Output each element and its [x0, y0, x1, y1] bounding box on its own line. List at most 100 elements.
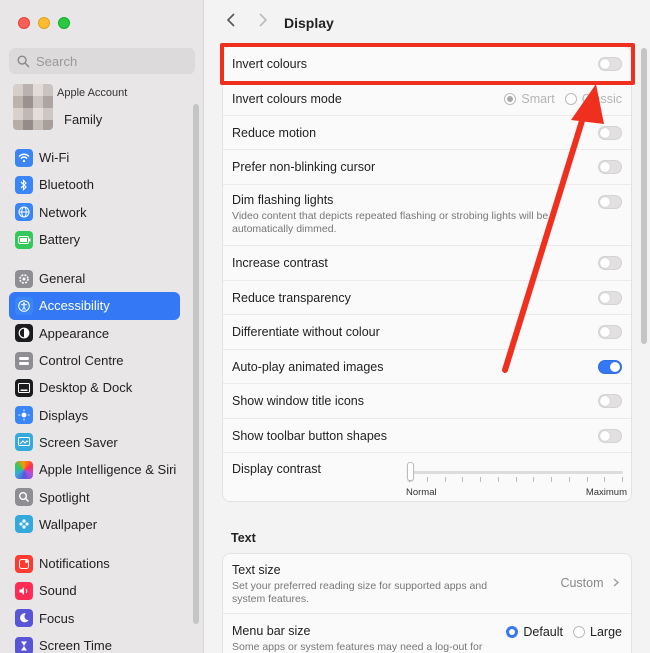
displays-icon [15, 406, 33, 425]
menu-large-radio[interactable]: Large [573, 625, 622, 639]
search-field[interactable] [9, 48, 195, 74]
slider-min-label: Normal [406, 487, 437, 498]
increase-contrast-toggle[interactable] [598, 256, 622, 270]
toolbar-shapes-row: Show toolbar button shapes [223, 419, 631, 453]
sidebar-item-network[interactable]: Network [9, 199, 180, 226]
radio-indicator [564, 92, 577, 105]
autoplay-label: Auto-play animated images [232, 359, 384, 374]
dim-flashing-label: Dim flashing lights [232, 193, 334, 207]
text-size-value[interactable]: Custom [560, 576, 619, 590]
family-label[interactable]: Family [64, 112, 102, 127]
wallpaper-icon [15, 515, 33, 534]
network-icon [15, 203, 33, 222]
slider-knob[interactable] [407, 462, 414, 481]
sidebar-item-screen-time[interactable]: Screen Time [9, 632, 180, 653]
main-scrollbar[interactable] [641, 48, 647, 344]
menu-default-radio[interactable]: Default [506, 625, 563, 639]
window-title-icons-label: Show window title icons [232, 394, 365, 408]
sidebar-item-label: Screen Time [39, 638, 112, 653]
search-input[interactable] [36, 53, 186, 69]
sidebar-item-notifications[interactable]: Notifications [9, 550, 180, 577]
sidebar-item-control-centre[interactable]: Control Centre [9, 347, 180, 374]
text-size-description: Set your preferred reading size for supp… [232, 580, 488, 605]
display-contrast-row: Display contrast Normal Maximum [223, 453, 631, 501]
toolbar: Display [205, 0, 650, 44]
sidebar-scrollbar[interactable] [193, 104, 199, 649]
sidebar-item-wifi[interactable]: Wi-Fi [9, 144, 180, 171]
differentiate-row: Differentiate without colour [223, 315, 631, 350]
chevron-left-icon [226, 13, 235, 27]
sidebar-item-general[interactable]: General [9, 265, 180, 292]
non-blinking-cursor-toggle[interactable] [598, 160, 622, 174]
autoplay-toggle[interactable] [598, 359, 622, 374]
menu-large-label: Large [590, 625, 622, 639]
sidebar-item-label: Wi-Fi [39, 150, 70, 166]
sidebar-item-label: Sound [39, 583, 77, 599]
sidebar-item-label: Screen Saver [39, 434, 118, 450]
dim-flashing-toggle[interactable] [598, 195, 622, 209]
sidebar-item-sound[interactable]: Sound [9, 577, 180, 604]
sidebar-item-label: Desktop & Dock [39, 380, 133, 396]
sidebar-item-label: Control Centre [39, 353, 124, 369]
radio-indicator [506, 626, 519, 638]
appearance-icon [15, 324, 33, 343]
sidebar-item-label: Focus [39, 610, 75, 626]
invert-colours-mode-row: Invert colours mode Smart Classic [223, 82, 631, 116]
increase-contrast-row: Increase contrast [223, 246, 631, 281]
display-contrast-label: Display contrast [232, 462, 321, 476]
apple-account-label: Apple Account [57, 87, 128, 99]
sidebar-item-desktop-dock[interactable]: Desktop & Dock [9, 374, 180, 401]
reduce-motion-toggle[interactable] [598, 125, 622, 140]
sidebar-item-wallpaper[interactable]: Wallpaper [9, 511, 180, 538]
sidebar-item-spotlight[interactable]: Spotlight [9, 483, 180, 510]
forward-button[interactable] [253, 12, 273, 32]
non-blinking-cursor-label: Prefer non-blinking cursor [232, 160, 376, 174]
toolbar-shapes-toggle[interactable] [598, 428, 622, 443]
invert-colours-mode-label: Invert colours mode [232, 91, 342, 106]
text-size-row[interactable]: Text size Set your preferred reading siz… [223, 554, 631, 614]
page-title: Display [284, 15, 334, 31]
reduce-transparency-row: Reduce transparency [223, 281, 631, 315]
desktop-dock-icon [15, 378, 33, 397]
sidebar-item-label: Displays [39, 407, 89, 423]
chevron-right-icon [613, 578, 619, 587]
sidebar-item-screen-saver[interactable]: Screen Saver [9, 429, 180, 456]
mode-classic-radio[interactable]: Classic [564, 92, 622, 106]
dim-flashing-text: Dim flashing lights Video content that d… [232, 193, 567, 236]
sidebar-item-siri[interactable]: Apple Intelligence & Siri [9, 456, 180, 483]
slider-track [409, 471, 623, 474]
sidebar-item-label: Wallpaper [39, 516, 98, 532]
zoom-button[interactable] [58, 17, 70, 29]
sidebar-item-label: Accessibility [39, 298, 110, 314]
sidebar-item-appearance[interactable]: Appearance [9, 320, 180, 347]
sidebar-item-accessibility[interactable]: Accessibility [9, 292, 180, 320]
account-section[interactable]: Apple Account Family [13, 82, 193, 134]
dim-flashing-row: Dim flashing lights Video content that d… [223, 185, 631, 246]
sidebar-item-label: Spotlight [39, 489, 90, 505]
mode-smart-radio[interactable]: Smart [504, 91, 555, 106]
sidebar-item-bluetooth[interactable]: Bluetooth [9, 171, 180, 198]
focus-icon [15, 609, 33, 628]
sidebar-item-battery[interactable]: Battery [9, 226, 180, 253]
menu-bar-size-text: Menu bar size Some apps or system featur… [232, 624, 517, 653]
menu-default-label: Default [523, 625, 564, 639]
minimize-button[interactable] [38, 17, 50, 29]
sidebar-item-label: Apple Intelligence & Siri [39, 462, 177, 478]
battery-icon [15, 230, 33, 249]
siri-icon [15, 460, 33, 479]
back-button[interactable] [221, 12, 241, 32]
reduce-transparency-label: Reduce transparency [232, 290, 351, 305]
sidebar-group-notifications: Notifications Sound Focus Screen Time [9, 550, 180, 653]
sidebar-scrollbar-thumb[interactable] [193, 104, 199, 624]
sidebar-item-label: Bluetooth [39, 177, 94, 193]
differentiate-toggle[interactable] [598, 325, 622, 339]
display-contrast-slider[interactable]: Normal Maximum [406, 459, 627, 499]
sidebar-item-displays[interactable]: Displays [9, 401, 180, 428]
window-title-icons-toggle[interactable] [598, 394, 622, 408]
close-button[interactable] [18, 17, 30, 29]
mode-smart-label: Smart [521, 91, 555, 106]
sidebar-item-focus[interactable]: Focus [9, 605, 180, 632]
reduce-motion-label: Reduce motion [232, 125, 317, 140]
display-settings-card: Invert colours Invert colours mode Smart… [222, 46, 632, 502]
reduce-transparency-toggle[interactable] [598, 290, 622, 305]
